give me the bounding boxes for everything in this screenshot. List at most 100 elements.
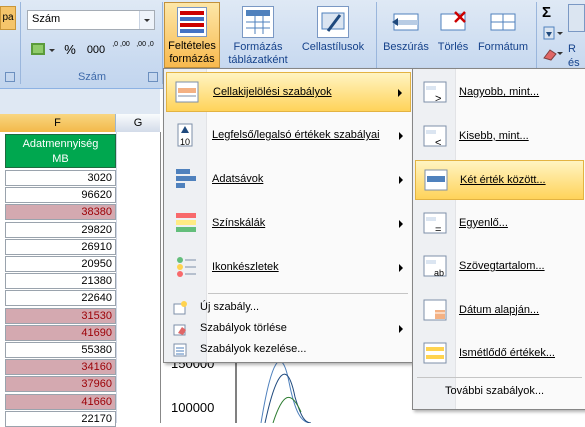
data-bars-icon xyxy=(172,165,202,195)
svg-text:=: = xyxy=(435,224,441,236)
svg-text:<: < xyxy=(435,137,441,149)
submenu-arrow-icon xyxy=(399,132,403,140)
conditional-formatting-button[interactable]: Feltételes formázás xyxy=(164,2,220,68)
menu-item-clear-rules[interactable]: Szabályok törlése xyxy=(166,319,411,339)
data-cell[interactable]: 26910 xyxy=(5,238,116,255)
format-as-table-icon xyxy=(242,6,274,38)
delete-cells-icon xyxy=(437,6,469,38)
autosum-button[interactable]: Σ xyxy=(542,4,562,22)
data-cell[interactable]: 22640 xyxy=(5,290,116,307)
highlight-cells-rules-submenu: > Nagyobb, mint... < Kisebb, mint... Két ért… xyxy=(412,68,585,410)
sigma-icon: Σ xyxy=(542,4,552,21)
data-cell[interactable]: 3020 xyxy=(5,170,116,186)
data-cell[interactable]: 41660 xyxy=(5,393,116,410)
submenu-item-equal-to[interactable]: = Egyenlő... xyxy=(415,204,584,244)
delete-button[interactable]: Törlés xyxy=(432,2,474,68)
svg-text:10: 10 xyxy=(180,137,190,147)
conditional-formatting-icon xyxy=(177,7,207,37)
less-than-icon: < xyxy=(421,122,451,152)
submenu-item-duplicate-values[interactable]: Ismétlődő értékek... xyxy=(415,334,584,374)
menu-item-manage-rules[interactable]: Szabályok kezelése... xyxy=(166,340,411,360)
eraser-icon xyxy=(543,49,563,61)
greater-than-icon: > xyxy=(421,78,451,108)
submenu-arrow-icon xyxy=(399,325,403,333)
submenu-arrow-icon xyxy=(399,176,403,184)
thousands-separator-button[interactable]: 000 xyxy=(84,40,108,60)
data-cell[interactable]: 31530 xyxy=(5,307,116,324)
data-cell[interactable]: 41690 xyxy=(5,324,116,341)
dialog-launcher-icon[interactable] xyxy=(148,72,158,82)
menu-item-highlight-cells-rules[interactable]: Cellakijelölési szabályok xyxy=(166,72,411,112)
increase-decimal-button[interactable]: ,0 ,00 xyxy=(110,40,132,60)
text-contains-icon: ab xyxy=(421,252,451,282)
fill-down-icon xyxy=(543,26,563,40)
submenu-item-date-occurring[interactable]: Dátum alapján... xyxy=(415,291,584,331)
data-cell[interactable]: 55380 xyxy=(5,342,116,358)
menu-item-data-bars[interactable]: Adatsávok xyxy=(166,160,411,200)
svg-text:>: > xyxy=(435,93,441,105)
menu-item-new-rule[interactable]: Új szabály... xyxy=(166,298,411,318)
column-header-f[interactable]: F xyxy=(0,114,116,132)
fill-button[interactable] xyxy=(542,26,564,42)
number-format-value: Szám xyxy=(32,13,61,25)
submenu-item-greater-than[interactable]: > Nagyobb, mint... xyxy=(415,73,584,113)
menu-item-top-bottom-rules[interactable]: 10 Legfelső/legalsó értékek szabályai xyxy=(166,116,411,156)
clear-rules-icon xyxy=(172,321,188,337)
data-cell[interactable]: 37960 xyxy=(5,376,116,393)
duplicate-values-icon xyxy=(421,339,451,369)
submenu-item-between[interactable]: Két érték között... xyxy=(415,160,584,200)
accounting-icon xyxy=(31,43,55,55)
data-cell[interactable]: 34160 xyxy=(5,359,116,376)
percent-button[interactable]: % xyxy=(60,40,80,60)
cell-styles-button[interactable]: Cellastílusok xyxy=(296,2,370,68)
format-cells-icon xyxy=(487,6,519,38)
number-format-dropdown[interactable]: Szám xyxy=(27,10,155,30)
color-scales-icon xyxy=(172,209,202,239)
column-header-g[interactable]: G xyxy=(116,114,160,132)
formula-bar-area xyxy=(0,89,160,114)
between-icon xyxy=(422,166,452,196)
submenu-arrow-icon xyxy=(398,89,402,97)
data-cell[interactable]: 96620 xyxy=(5,187,116,204)
submenu-item-text-contains[interactable]: ab Szövegtartalom... xyxy=(415,247,584,287)
paste-button-partial[interactable]: pa xyxy=(0,6,16,30)
sort-filter-button-partial[interactable]: R és xyxy=(568,4,585,69)
data-cell[interactable]: 20950 xyxy=(5,256,116,272)
equal-to-icon: = xyxy=(421,209,451,239)
menu-item-color-scales[interactable]: Színskálák xyxy=(166,204,411,244)
format-as-table-button[interactable]: Formázás táblázatként xyxy=(224,2,292,68)
manage-rules-icon xyxy=(172,342,188,358)
gridline xyxy=(116,132,117,423)
data-cell[interactable]: 22170 xyxy=(5,410,116,427)
conditional-formatting-menu: Cellakijelölési szabályok 10 Legfelső/lega… xyxy=(163,68,414,363)
insert-cells-icon xyxy=(390,6,422,38)
clear-button[interactable] xyxy=(542,46,564,62)
accounting-format-button[interactable] xyxy=(28,40,56,60)
data-cell[interactable]: 38380 xyxy=(5,204,116,221)
highlight-cells-rules-icon xyxy=(173,78,203,108)
menu-item-icon-sets[interactable]: Ikonkészletek xyxy=(166,248,411,288)
data-cell[interactable]: 29820 xyxy=(5,221,116,238)
cell-styles-icon xyxy=(317,6,349,38)
data-header-cell[interactable]: Adatmennyiség MB xyxy=(5,134,116,168)
new-rule-icon xyxy=(172,300,188,316)
submenu-item-less-than[interactable]: < Kisebb, mint... xyxy=(415,117,584,157)
group-label-number: Szám xyxy=(77,71,107,83)
column-headers: F G xyxy=(0,114,160,133)
more-rules-item[interactable]: További szabályok... xyxy=(415,381,584,403)
worksheet: Adatmennyiség MB 3020 96620 38380 29820 2691… xyxy=(0,132,160,427)
sort-icon xyxy=(568,4,585,32)
menu-separator xyxy=(417,377,582,378)
format-button[interactable]: Formátum xyxy=(474,2,532,68)
chevron-down-icon xyxy=(139,11,154,29)
data-cell[interactable]: 21380 xyxy=(5,273,116,290)
dialog-launcher-icon[interactable] xyxy=(5,72,15,82)
submenu-arrow-icon xyxy=(399,220,403,228)
icon-sets-icon xyxy=(172,253,202,283)
svg-text:ab: ab xyxy=(434,268,444,278)
date-occurring-icon xyxy=(421,296,451,326)
decrease-decimal-button[interactable]: ,00 ,0 xyxy=(134,40,156,60)
insert-button[interactable]: Beszúrás xyxy=(380,2,432,68)
top-bottom-rules-icon: 10 xyxy=(172,121,202,151)
submenu-arrow-icon xyxy=(399,264,403,272)
